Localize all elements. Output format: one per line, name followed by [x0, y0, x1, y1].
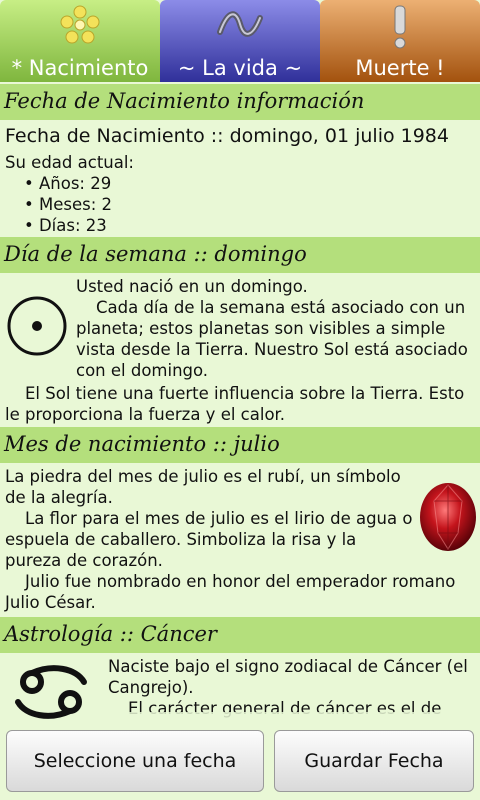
section-header-astrology: Astrología :: Cáncer: [0, 617, 480, 653]
section-header-month: Mes de nacimiento :: julio: [0, 427, 480, 463]
tab-bar: * Nacimiento ~ La vida ~ Muerte !: [0, 0, 480, 82]
age-years: • Años: 29: [24, 174, 112, 193]
weekday-p2: Cada día de la semana está asociado con …: [76, 298, 468, 380]
month-p2: La flor para el mes de julio es el lirio…: [5, 509, 413, 570]
age-list: • Años: 29 • Meses: 2 • Días: 23: [24, 173, 112, 236]
age-days: • Días: 23: [24, 216, 107, 235]
weekday-p1: Usted nació en un domingo.: [76, 277, 308, 296]
tab-nacimiento-label: * Nacimiento: [11, 56, 149, 80]
weekday-text-2: El Sol tiene una fuerte influencia sobre…: [5, 383, 475, 425]
section-header-birth-info: Fecha de Nacimiento información: [0, 84, 480, 120]
tab-muerte-label: Muerte !: [355, 56, 445, 80]
birth-date-line: Fecha de Nacimiento :: domingo, 01 julio…: [5, 125, 449, 147]
flower-icon: [60, 5, 100, 44]
month-p1: La piedra del mes de julio es el rubí, u…: [5, 467, 401, 507]
select-date-button[interactable]: Seleccione una fecha: [6, 730, 264, 792]
month-text: La piedra del mes de julio es el rubí, u…: [5, 466, 455, 613]
tab-la-vida[interactable]: ~ La vida ~: [160, 0, 320, 82]
tab-nacimiento[interactable]: * Nacimiento: [0, 0, 160, 82]
age-label: Su edad actual:: [5, 153, 134, 172]
exclamation-icon: [394, 5, 406, 49]
astrology-p1: Naciste bajo el signo zodiacal de Cáncer…: [108, 657, 468, 697]
tab-muerte[interactable]: Muerte !: [320, 0, 480, 82]
ruby-icon: [420, 483, 476, 551]
section-header-weekday: Día de la semana :: domingo: [0, 237, 480, 273]
sun-symbol-icon: [7, 296, 67, 356]
weekday-p3: El Sol tiene una fuerte influencia sobre…: [5, 384, 465, 424]
tab-la-vida-label: ~ La vida ~: [177, 56, 303, 80]
month-p3: Julio fue nombrado en honor del emperado…: [5, 572, 456, 612]
save-date-button[interactable]: Guardar Fecha: [274, 730, 474, 792]
weekday-text: Usted nació en un domingo. Cada día de l…: [76, 276, 476, 381]
age-months: • Meses: 2: [24, 195, 113, 214]
wave-icon: [217, 11, 263, 37]
cancer-sign-icon: [15, 665, 87, 719]
